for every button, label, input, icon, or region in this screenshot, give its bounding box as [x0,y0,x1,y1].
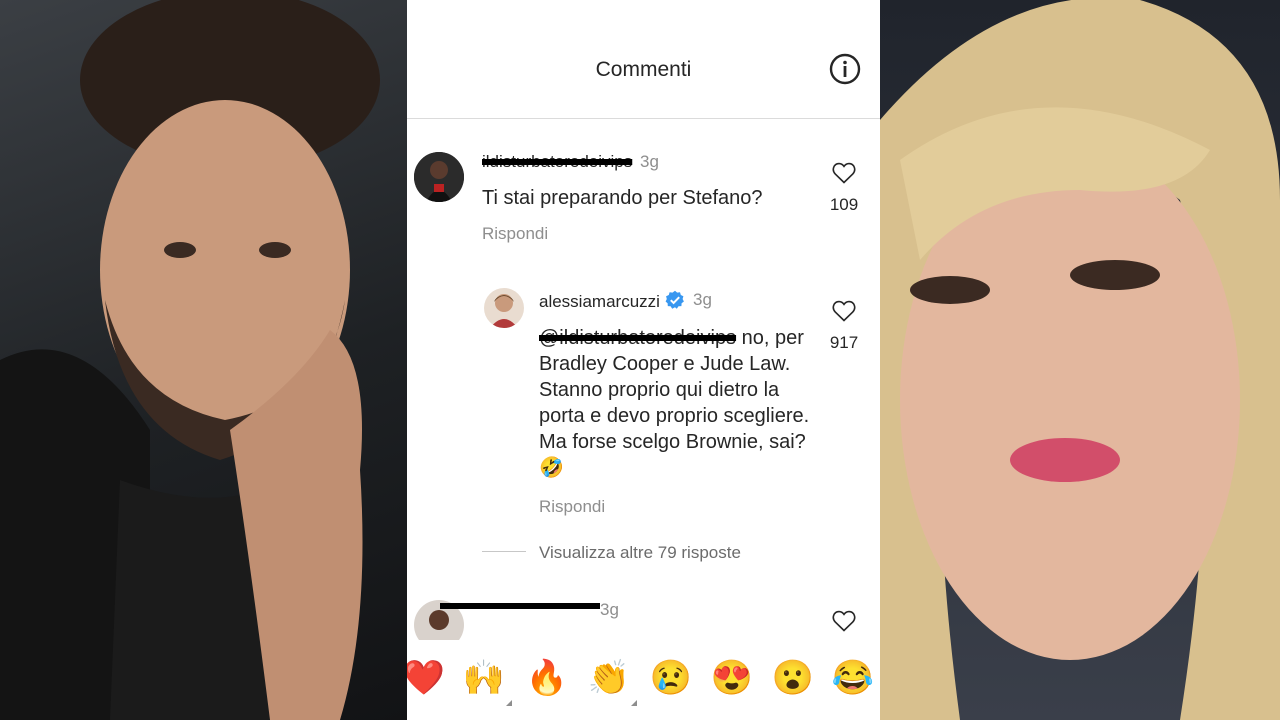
comments-panel: Commenti ildisturbatoredeivips 3g Ti sta… [407,0,880,720]
heart-icon[interactable] [832,300,856,322]
page-title: Commenti [595,58,692,81]
surprised-face-emoji-button[interactable]: 😮 [771,658,815,698]
photo-left [0,0,407,720]
avatar-image [484,288,524,328]
comment-time: 3g [600,600,619,619]
reply-username-text[interactable]: alessiamarcuzzi [539,292,660,311]
woman-portrait-illustration [880,0,1280,720]
avatar-image [414,152,464,202]
clapping-hands-emoji-button[interactable]: 👏 [587,658,631,698]
skin-tone-indicator-icon [506,700,512,706]
reply-text-line: Ma forse scelgo Brownie, sai? [539,431,806,453]
crying-face-emoji-button[interactable]: 😢 [649,658,693,698]
info-icon[interactable] [829,53,861,85]
reply-text-line: porta e devo proprio scegliere. [539,405,810,427]
like-count: 109 [829,195,859,214]
reply-button[interactable]: Rispondi [539,497,605,517]
like-count: 917 [829,333,859,352]
man-portrait-illustration [0,0,380,720]
comment-username[interactable]: ildisturbatoredeivips [482,152,632,172]
raised-hands-emoji-button[interactable]: 🙌 [462,658,506,698]
heart-icon[interactable] [832,162,856,184]
redacted-username[interactable]: ildisturbatoredeivips [482,152,632,171]
heart-icon[interactable] [832,610,856,632]
reply-emoji: 🤣 [539,457,564,479]
replies-divider-line [482,551,526,552]
avatar[interactable] [484,288,524,328]
verified-badge-icon [665,290,684,309]
view-more-replies-link[interactable]: Visualizza altre 79 risposte [539,543,741,563]
skin-tone-indicator-icon [631,700,637,706]
fire-emoji-button[interactable]: 🔥 [525,658,569,698]
reply-button[interactable]: Rispondi [482,224,548,244]
reply-text-line: Stanno proprio qui dietro la [539,379,780,401]
reply-text-segment: no, per [736,327,804,349]
comment-text: Ti stai preparando per Stefano? [482,187,763,209]
reply-time: 3g [693,290,712,309]
redacted-username-bar [440,603,600,609]
comment-time: 3g [640,152,659,171]
reply-text: @ildisturbatoredeivips no, per Bradley C… [539,325,829,481]
emoji-quick-bar: ❤️ 🙌 🔥 👏 😢 😍 😮 😂 [407,640,880,720]
photo-right [880,0,1280,720]
reply-text-line: Bradley Cooper e Jude Law. [539,353,791,375]
laughing-face-emoji-button[interactable]: 😂 [831,658,875,698]
avatar[interactable] [414,152,464,202]
reply-text-line: @ildisturbatoredeivips no, per [539,325,829,351]
heart-emoji-button[interactable]: ❤️ [407,658,446,698]
reply-username[interactable]: alessiamarcuzzi [539,290,685,312]
heart-eyes-emoji-button[interactable]: 😍 [710,658,754,698]
header-divider [407,118,880,119]
mention-link[interactable]: @ildisturbatoredeivips [539,327,736,349]
